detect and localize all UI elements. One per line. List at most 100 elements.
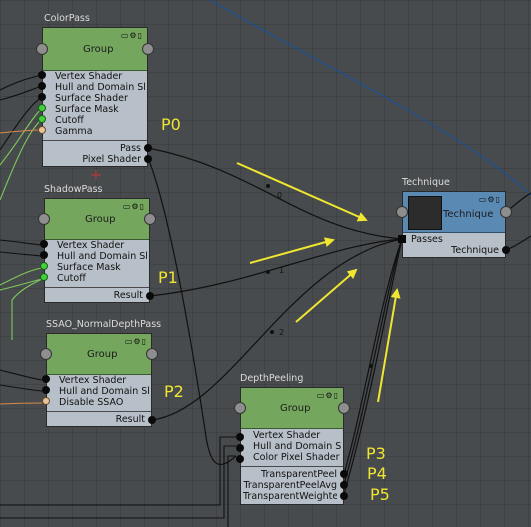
port-color-pixel-shader[interactable]: Color Pixel Shader bbox=[247, 452, 341, 463]
arrow-p1 bbox=[249, 237, 335, 264]
shadowpass-title: ShadowPass bbox=[44, 184, 103, 195]
shadowpass-header-label: Group bbox=[85, 214, 116, 225]
technique-out-handle[interactable] bbox=[500, 206, 512, 218]
colorpass-header[interactable]: ▭⚙▯ Group bbox=[43, 28, 147, 71]
blue-wire[interactable] bbox=[209, 0, 531, 196]
arrow-p2 bbox=[295, 268, 358, 323]
input-dot[interactable] bbox=[38, 104, 46, 112]
technique-header[interactable]: ▭⚙▯ Technique bbox=[403, 192, 505, 233]
depthpeeling-node[interactable]: ▭⚙▯ Group Vertex Shader Hull and Domain … bbox=[240, 387, 344, 505]
ssao-title: SSAO_NormalDepthPass bbox=[46, 319, 162, 330]
annotation-p3: P3 bbox=[366, 444, 386, 463]
port-surface-mask[interactable]: Surface Mask bbox=[51, 262, 147, 273]
shadowpass-in-handle[interactable] bbox=[38, 213, 50, 225]
ssao-out-handle[interactable] bbox=[146, 348, 158, 360]
output-dot[interactable] bbox=[144, 144, 152, 152]
depthpeeling-title: DepthPeeling bbox=[240, 373, 304, 384]
input-dot[interactable] bbox=[42, 386, 50, 394]
shadowpass-header[interactable]: ▭⚙▯ Group bbox=[45, 199, 149, 240]
port-transparent-weighted[interactable]: TransparentWeighted bbox=[243, 491, 337, 502]
colorpass-title: ColorPass bbox=[44, 13, 90, 24]
input-dot[interactable] bbox=[40, 262, 48, 270]
input-dot[interactable] bbox=[40, 273, 48, 281]
colorpass-in-handle[interactable] bbox=[36, 43, 48, 55]
port-result[interactable]: Result bbox=[116, 414, 145, 425]
port-hull-domain-shader[interactable]: Hull and Domain Shader bbox=[53, 386, 149, 397]
port-vertex-shader[interactable]: Vertex Shader bbox=[53, 375, 149, 386]
output-dot[interactable] bbox=[340, 492, 348, 500]
output-dot[interactable] bbox=[502, 246, 510, 254]
technique-preview-swatch bbox=[408, 196, 442, 230]
annotation-p1: P1 bbox=[158, 268, 178, 287]
port-technique[interactable]: Technique bbox=[451, 245, 499, 256]
annotation-p4: P4 bbox=[367, 464, 387, 483]
port-pixel-shader[interactable]: Pixel Shader bbox=[82, 154, 141, 165]
colorpass-node[interactable]: ▭⚙▯ Group Vertex Shader Hull and Domain … bbox=[42, 27, 148, 167]
depthpeeling-header-label: Group bbox=[280, 403, 311, 414]
port-cutoff[interactable]: Cutoff bbox=[51, 273, 147, 284]
technique-node[interactable]: ▭⚙▯ Technique Passes Technique bbox=[402, 191, 506, 258]
input-dot[interactable] bbox=[236, 444, 244, 452]
input-dot[interactable] bbox=[38, 82, 46, 90]
output-dot[interactable] bbox=[340, 470, 348, 478]
wire-label-1: 1 bbox=[279, 266, 285, 275]
port-hull-domain-shader[interactable]: Hull and Domain Shader bbox=[51, 251, 147, 262]
shadowpass-node[interactable]: ▭⚙▯ Group Vertex Shader Hull and Domain … bbox=[44, 198, 150, 303]
ssao-header[interactable]: ▭⚙▯ Group bbox=[47, 334, 151, 375]
port-hull-domain-shader[interactable]: Hull and Domain Shader bbox=[49, 82, 145, 93]
port-transparent-peel-avg[interactable]: TransparentPeelAvg bbox=[243, 480, 337, 491]
port-vertex-shader[interactable]: Vertex Shader bbox=[51, 240, 147, 251]
depthpeeling-in-handle[interactable] bbox=[234, 402, 246, 414]
passes-input-square[interactable] bbox=[398, 235, 406, 243]
port-vertex-shader[interactable]: Vertex Shader bbox=[49, 71, 145, 82]
arrow-p0 bbox=[236, 162, 368, 222]
wire-shadowpass-result[interactable] bbox=[149, 238, 403, 297]
annotation-p0: P0 bbox=[161, 115, 181, 134]
input-dot[interactable] bbox=[40, 240, 48, 248]
input-dot[interactable] bbox=[40, 251, 48, 259]
port-vertex-shader[interactable]: Vertex Shader bbox=[247, 430, 341, 441]
output-dot[interactable] bbox=[340, 481, 348, 489]
depthpeeling-out-handle[interactable] bbox=[338, 402, 350, 414]
input-dot[interactable] bbox=[38, 115, 46, 123]
port-cutoff[interactable]: Cutoff bbox=[49, 115, 145, 126]
wire-colorpass-pass[interactable] bbox=[147, 147, 403, 240]
port-hull-domain-shader[interactable]: Hull and Domain Shader bbox=[247, 441, 341, 452]
ssao-header-label: Group bbox=[87, 349, 118, 360]
node-icons[interactable]: ▭⚙▯ bbox=[123, 202, 145, 211]
wire-label-0: 0 bbox=[277, 191, 283, 200]
port-pass[interactable]: Pass bbox=[120, 143, 141, 154]
port-disable-ssao[interactable]: Disable SSAO bbox=[53, 397, 149, 408]
output-dot[interactable] bbox=[146, 292, 154, 300]
annotation-p2: P2 bbox=[164, 382, 184, 401]
node-icons[interactable]: ▭⚙▯ bbox=[121, 31, 143, 40]
node-icons[interactable]: ▭⚙▯ bbox=[125, 337, 147, 346]
input-dot[interactable] bbox=[38, 93, 46, 101]
input-dot[interactable] bbox=[38, 71, 46, 79]
input-dot[interactable] bbox=[38, 126, 46, 134]
input-dot[interactable] bbox=[42, 397, 50, 405]
input-dot[interactable] bbox=[236, 433, 244, 441]
technique-header-label: Technique bbox=[443, 209, 494, 220]
port-gamma[interactable]: Gamma bbox=[49, 126, 145, 137]
port-transparent-peel[interactable]: TransparentPeel bbox=[243, 469, 337, 480]
output-dot[interactable] bbox=[148, 416, 156, 424]
ssao-node[interactable]: ▭⚙▯ Group Vertex Shader Hull and Domain … bbox=[46, 333, 152, 427]
shadowpass-out-handle[interactable] bbox=[144, 213, 156, 225]
port-result[interactable]: Result bbox=[114, 290, 143, 301]
input-dot[interactable] bbox=[236, 455, 244, 463]
node-icons[interactable]: ▭⚙▯ bbox=[317, 391, 339, 400]
technique-in-handle[interactable] bbox=[396, 206, 408, 218]
port-passes[interactable]: Passes bbox=[405, 234, 503, 245]
port-surface-mask[interactable]: Surface Mask bbox=[49, 104, 145, 115]
port-surface-shader[interactable]: Surface Shader bbox=[49, 93, 145, 104]
ssao-in-handle[interactable] bbox=[40, 348, 52, 360]
output-dot[interactable] bbox=[144, 155, 152, 163]
depthpeeling-header[interactable]: ▭⚙▯ Group bbox=[241, 388, 343, 429]
colorpass-header-label: Group bbox=[83, 44, 114, 55]
wire-label-2: 2 bbox=[279, 328, 285, 337]
node-icons[interactable]: ▭⚙▯ bbox=[479, 195, 501, 204]
input-dot[interactable] bbox=[42, 375, 50, 383]
colorpass-out-handle[interactable] bbox=[142, 43, 154, 55]
technique-title: Technique bbox=[402, 177, 450, 188]
